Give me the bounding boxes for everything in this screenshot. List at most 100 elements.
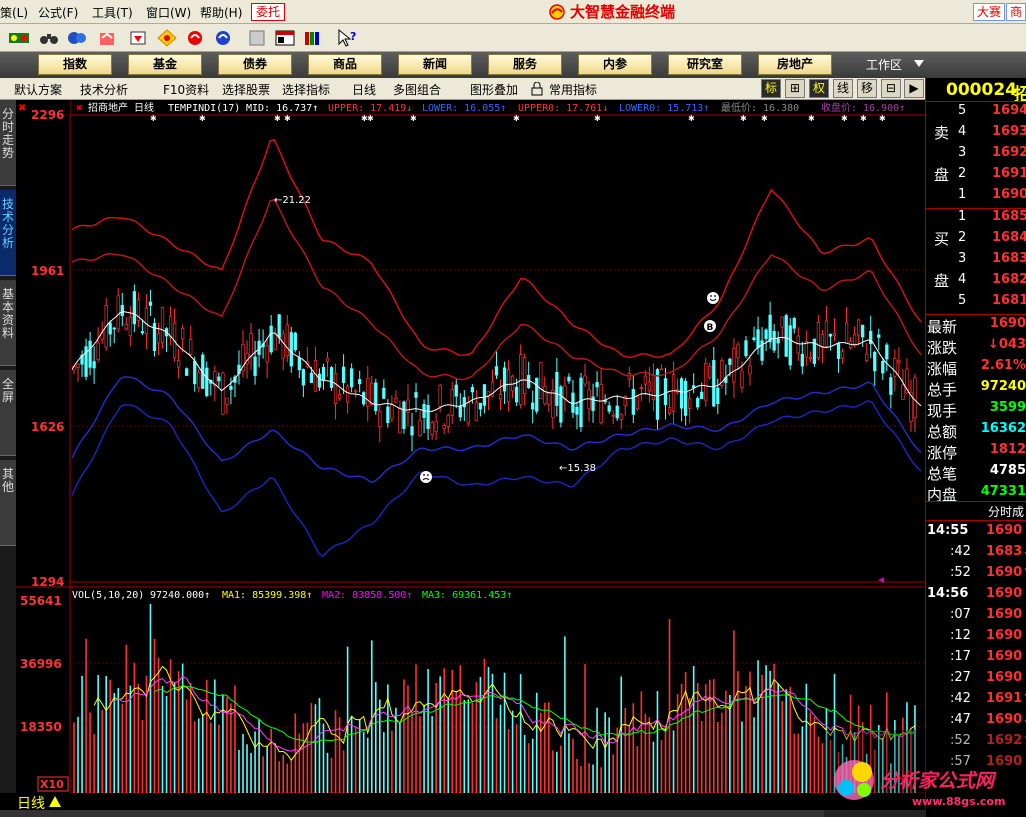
app-logo-icon: [549, 4, 565, 20]
candle-body: [563, 385, 567, 400]
window-icon[interactable]: [274, 28, 296, 48]
quote-value: 4785: [989, 463, 1026, 478]
workarea-label[interactable]: 工作区: [866, 56, 902, 73]
candle-body: [293, 332, 297, 351]
tick-row[interactable]: :17 1690: [926, 649, 1026, 670]
tick-row[interactable]: :12 1690: [926, 628, 1026, 649]
candle-body: [458, 405, 462, 418]
buy-row-4[interactable]: 4 1682: [926, 272, 1026, 293]
candle-body: [514, 386, 519, 403]
quote-row: 涨跌 ↓043: [926, 337, 1026, 358]
period-up-icon[interactable]: [48, 795, 62, 808]
tab-other[interactable]: 其他: [0, 460, 16, 546]
buy-row-5[interactable]: 5 1681: [926, 293, 1026, 314]
binoculars-icon[interactable]: [38, 28, 60, 48]
price-chart-close-icon[interactable]: ✖: [76, 103, 82, 114]
contest-tab[interactable]: 大赛: [972, 3, 1005, 21]
tick-row[interactable]: 14:56 1690: [926, 586, 1026, 607]
trade-order-button[interactable]: 委托: [251, 3, 285, 21]
sell-row-2[interactable]: 2 1691: [926, 166, 1026, 187]
tick-row[interactable]: :07 1690: [926, 607, 1026, 628]
line-toggle[interactable]: 线: [833, 79, 853, 98]
category-index[interactable]: 指数: [38, 54, 112, 75]
diamond-icon[interactable]: [156, 28, 178, 48]
rights-toggle[interactable]: 权: [809, 79, 829, 98]
candle-body: [88, 340, 92, 368]
tab-intraday[interactable]: 分时走势: [0, 100, 16, 186]
buy-row-1[interactable]: 1 1685: [926, 209, 1026, 230]
vol-tick-36996: 36996: [20, 657, 62, 671]
workarea-dropdown-icon[interactable]: [914, 60, 924, 68]
alert-icon[interactable]: [66, 28, 88, 48]
menu-tools[interactable]: 工具(T): [92, 4, 133, 21]
buy-row-3[interactable]: 3 1683: [926, 251, 1026, 272]
quote-row: 总手 97240: [926, 379, 1026, 400]
vol-ma1: MA1: 85399.398↑: [222, 590, 312, 601]
category-bond[interactable]: 债券: [218, 54, 292, 75]
default-scheme-menu[interactable]: 默认方案: [14, 81, 62, 98]
menu-formula[interactable]: 公式(F): [38, 4, 78, 21]
watermark-url: www.88gs.com: [912, 795, 1006, 808]
bottom-tab-strip[interactable]: [0, 810, 925, 817]
category-research[interactable]: 研究室: [668, 54, 742, 75]
category-news[interactable]: 新闻: [398, 54, 472, 75]
sell-row-1[interactable]: 1 1690: [926, 187, 1026, 208]
candle-body: [547, 392, 551, 405]
candle-body: [671, 374, 676, 413]
kline-chart[interactable]: ✖ ✖ 招商地产 日线 TEMPINDI(17) MID: 16.737↑ UP…: [16, 100, 925, 800]
category-insider[interactable]: 内参: [578, 54, 652, 75]
lock-icon[interactable]: [531, 82, 543, 96]
gear-icon[interactable]: [8, 28, 30, 48]
tick-row[interactable]: :52 1690↑: [926, 565, 1026, 586]
layout-toggle[interactable]: ⊟: [881, 79, 901, 98]
menu-window[interactable]: 窗口(W): [146, 4, 191, 21]
menu-help[interactable]: 帮助(H): [200, 4, 242, 21]
sell-row-3[interactable]: 3 1692: [926, 145, 1026, 166]
signal-star: ✱: [410, 114, 417, 123]
candle-body: [168, 315, 173, 338]
candle-body: [784, 315, 788, 357]
sell-row-5[interactable]: 5 1694: [926, 103, 1026, 124]
common-indicator-menu[interactable]: 常用指标: [549, 81, 597, 98]
chart-sub-toolbar: 默认方案 技术分析 F10资料 选择股票 选择指标 日线 多图组合 图形叠加 常…: [0, 78, 925, 100]
select-indicator-menu[interactable]: 选择指标: [282, 81, 330, 98]
tab-basic-info[interactable]: 基本资料: [0, 280, 16, 366]
buy-row-2[interactable]: 2 1684: [926, 230, 1026, 251]
category-fund[interactable]: 基金: [128, 54, 202, 75]
menu-strategy[interactable]: 策(L): [0, 4, 28, 21]
swirl-red-icon[interactable]: [184, 28, 206, 48]
books-icon[interactable]: [302, 28, 324, 48]
period-daily-menu[interactable]: 日线: [352, 81, 376, 98]
sell-row-4[interactable]: 4 1693: [926, 124, 1026, 145]
mark-toggle[interactable]: 标: [761, 79, 781, 98]
category-service[interactable]: 服务: [488, 54, 562, 75]
select-stock-menu[interactable]: 选择股票: [222, 81, 270, 98]
candle-body: [426, 405, 430, 429]
tech-analysis-menu[interactable]: 技术分析: [80, 81, 128, 98]
swirl-blue-icon[interactable]: [212, 28, 234, 48]
flag-icon[interactable]: [128, 28, 150, 48]
tick-row[interactable]: :27 1690: [926, 670, 1026, 691]
category-commodity[interactable]: 商品: [308, 54, 382, 75]
multi-chart-menu[interactable]: 多图组合: [393, 81, 441, 98]
signal-icon[interactable]: [96, 28, 118, 48]
tick-row[interactable]: 14:55 1690: [926, 523, 1026, 544]
move-toggle[interactable]: 移: [857, 79, 877, 98]
quote-value: 1690: [989, 316, 1026, 331]
play-toggle[interactable]: ▶: [904, 79, 924, 98]
left-side-tabs: 分时走势 技术分析 基本资料 全屏 其他: [0, 100, 16, 800]
category-real-estate[interactable]: 房地产: [758, 54, 832, 75]
help-pointer-icon[interactable]: ?: [336, 28, 358, 48]
tick-row[interactable]: :42 1691↑: [926, 691, 1026, 712]
f10-info-menu[interactable]: F10资料: [163, 81, 209, 98]
document-icon[interactable]: [246, 28, 268, 48]
candle-body: [108, 322, 112, 335]
quote-row: 总笔 4785: [926, 463, 1026, 484]
tab-fullscreen[interactable]: 全屏: [0, 370, 16, 456]
crosshair-toggle[interactable]: ⊞: [785, 79, 805, 98]
close-chart-icon[interactable]: ✖: [18, 103, 26, 114]
overlay-chart-menu[interactable]: 图形叠加: [470, 81, 518, 98]
tab-tech-analysis[interactable]: 技术分析: [0, 190, 16, 276]
tick-row[interactable]: :42 1683↓: [926, 544, 1026, 565]
mall-tab[interactable]: 商: [1005, 3, 1026, 21]
